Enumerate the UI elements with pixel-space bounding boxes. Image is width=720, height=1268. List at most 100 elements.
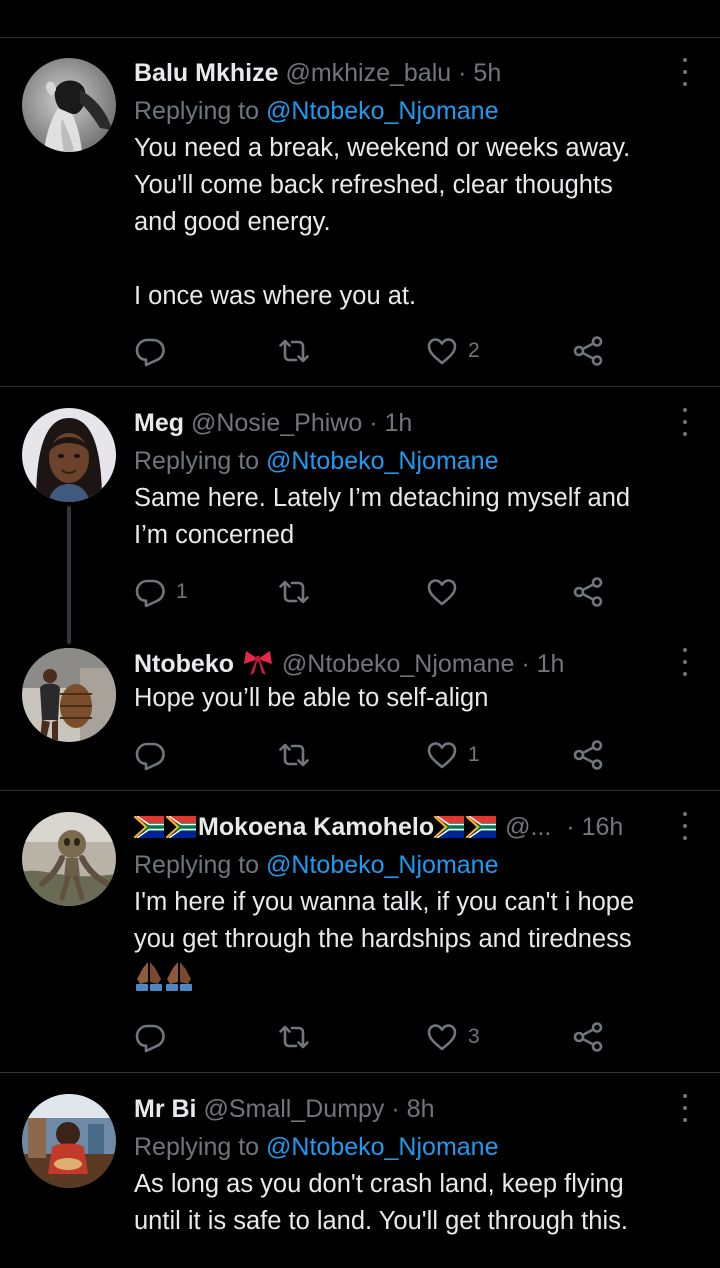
share-button[interactable] <box>572 576 604 608</box>
replying-to: Replying to @Ntobeko_Njomane <box>134 1132 690 1162</box>
retweet-icon <box>278 335 310 367</box>
retweet-icon <box>278 739 310 771</box>
retweet-button[interactable] <box>278 335 320 367</box>
separator-dot: · <box>391 1095 400 1123</box>
ribbon-emoji <box>243 648 273 676</box>
separator-dot: · <box>369 409 378 437</box>
mention-link[interactable]: @Ntobeko_Njomane <box>266 1133 498 1161</box>
share-icon <box>572 576 604 608</box>
mention-link[interactable]: @Ntobeko_Njomane <box>266 851 498 879</box>
handle[interactable]: @mkhize_balu <box>285 59 451 87</box>
reply-icon <box>134 576 166 608</box>
replying-to: Replying to @Ntobeko_Njomane <box>134 446 690 476</box>
like-button[interactable]: 1 <box>426 739 480 771</box>
share-button[interactable] <box>572 1021 604 1053</box>
avatar[interactable] <box>22 812 116 906</box>
reply-icon <box>134 335 166 367</box>
timestamp[interactable]: 16h <box>582 813 624 841</box>
timestamp[interactable]: 8h <box>407 1095 435 1123</box>
like-count: 2 <box>468 339 480 362</box>
retweet-button[interactable] <box>278 739 320 771</box>
retweet-icon <box>278 1021 310 1053</box>
tweet-text: I'm here if you wanna talk, if you can't… <box>134 888 635 953</box>
south-africa-flag-emoji <box>434 816 464 838</box>
reply-button[interactable] <box>134 335 176 367</box>
retweet-button[interactable] <box>278 1021 320 1053</box>
reply-button[interactable] <box>134 1021 176 1053</box>
display-name[interactable]: Ntobeko <box>134 650 234 678</box>
separator-dot: · <box>566 813 575 841</box>
share-icon <box>572 335 604 367</box>
tweet-text: Same here. Lately I’m detaching myself a… <box>134 484 631 549</box>
like-count: 3 <box>468 1025 480 1048</box>
replies-feed: Balu Mkhize @mkhize_balu · 5h Replying t… <box>0 0 720 1268</box>
tweet-header: Mr Bi @Small_Dumpy · 8h <box>134 1094 690 1124</box>
praying-hands-emoji <box>164 960 194 992</box>
divider <box>0 37 720 38</box>
heart-icon <box>426 739 458 771</box>
tweet-header: Meg @Nosie_Phiwo · 1h <box>134 408 690 438</box>
like-button[interactable]: 2 <box>426 335 480 367</box>
reply-icon <box>134 739 166 771</box>
replying-prefix: Replying to <box>134 447 267 475</box>
south-africa-flag-emoji <box>466 816 496 838</box>
reply-button[interactable] <box>134 739 176 771</box>
more-options-icon[interactable] <box>680 1094 690 1122</box>
tweet-emoji-line <box>134 960 690 994</box>
avatar[interactable] <box>22 1094 116 1188</box>
tweet-body: Mr Bi @Small_Dumpy · 8h Replying to @Nto… <box>134 1094 690 1240</box>
replying-prefix: Replying to <box>134 851 267 879</box>
thread-line <box>67 506 71 644</box>
handle[interactable]: @... <box>505 813 551 841</box>
divider <box>0 790 720 791</box>
like-button[interactable] <box>426 576 468 608</box>
reply-icon <box>134 1021 166 1053</box>
replying-to: Replying to @Ntobeko_Njomane <box>134 96 690 126</box>
tweet-body: Ntobeko @Ntobeko_Njomane · 1h Hope you’l… <box>134 648 690 717</box>
like-count: 1 <box>468 743 480 766</box>
display-name[interactable]: Balu Mkhize <box>134 59 278 87</box>
divider <box>0 386 720 387</box>
tweet-text: As long as you don't crash land, keep fl… <box>134 1170 628 1235</box>
handle[interactable]: @Ntobeko_Njomane <box>282 650 514 678</box>
avatar[interactable] <box>22 408 116 502</box>
tweet-actions: 1 <box>134 576 604 608</box>
tweet-header: Balu Mkhize @mkhize_balu · 5h <box>134 58 690 88</box>
mention-link[interactable]: @Ntobeko_Njomane <box>266 447 498 475</box>
reply-button[interactable]: 1 <box>134 576 188 608</box>
tweet-body: Meg @Nosie_Phiwo · 1h Replying to @Ntobe… <box>134 408 690 554</box>
more-options-icon[interactable] <box>680 812 690 840</box>
timestamp[interactable]: 5h <box>473 59 501 87</box>
reply-count: 1 <box>176 580 188 603</box>
avatar[interactable] <box>22 648 116 742</box>
display-name[interactable]: Mr Bi <box>134 1095 197 1123</box>
tweet-body: Mokoena Kamohelo @... · 16h Replying to … <box>134 812 690 994</box>
timestamp[interactable]: 1h <box>384 409 412 437</box>
share-button[interactable] <box>572 739 604 771</box>
more-options-icon[interactable] <box>680 408 690 436</box>
avatar[interactable] <box>22 58 116 152</box>
timestamp[interactable]: 1h <box>537 650 565 678</box>
tweet-actions: 3 <box>134 1021 604 1053</box>
praying-hands-emoji <box>134 960 164 992</box>
handle[interactable]: @Nosie_Phiwo <box>191 409 362 437</box>
share-icon <box>572 1021 604 1053</box>
tweet-body: Balu Mkhize @mkhize_balu · 5h Replying t… <box>134 58 690 315</box>
display-name[interactable]: Mokoena Kamohelo <box>198 813 434 841</box>
retweet-button[interactable] <box>278 576 320 608</box>
separator-dot: · <box>458 59 467 87</box>
heart-icon <box>426 1021 458 1053</box>
tweet-text: Hope you’ll be able to self-align <box>134 684 489 712</box>
replying-prefix: Replying to <box>134 97 267 125</box>
heart-icon <box>426 335 458 367</box>
display-name[interactable]: Meg <box>134 409 184 437</box>
share-button[interactable] <box>572 335 604 367</box>
tweet-header: Mokoena Kamohelo @... · 16h <box>134 812 690 842</box>
more-options-icon[interactable] <box>680 58 690 86</box>
like-button[interactable]: 3 <box>426 1021 480 1053</box>
mention-link[interactable]: @Ntobeko_Njomane <box>266 97 498 125</box>
more-options-icon[interactable] <box>680 648 690 676</box>
replying-to: Replying to @Ntobeko_Njomane <box>134 850 690 880</box>
handle[interactable]: @Small_Dumpy <box>203 1095 384 1123</box>
south-africa-flag-emoji <box>166 816 196 838</box>
